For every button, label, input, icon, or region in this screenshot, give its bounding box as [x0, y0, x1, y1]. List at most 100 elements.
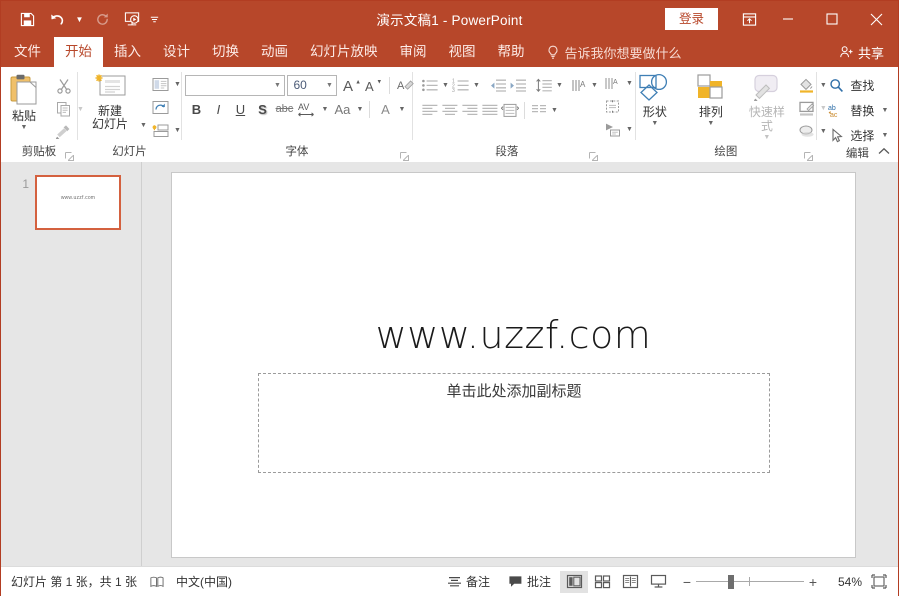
font-color-button[interactable]: A — [374, 98, 396, 120]
zoom-in-button[interactable]: + — [804, 575, 822, 589]
collapse-ribbon-button[interactable] — [876, 143, 892, 159]
change-case-button[interactable]: Aa — [330, 98, 354, 120]
tab-slideshow[interactable]: 幻灯片放映 — [299, 37, 389, 67]
shape-outline-button[interactable] — [795, 97, 818, 119]
tab-design[interactable]: 设计 — [152, 37, 201, 67]
columns-dropdown-icon[interactable]: ▼ — [549, 99, 560, 121]
new-slide-dropdown-icon[interactable]: ▼ — [138, 71, 149, 139]
slide-sorter-view-button[interactable] — [588, 571, 616, 593]
align-right-button[interactable] — [460, 100, 480, 121]
shape-fill-button[interactable] — [795, 74, 818, 96]
numbering-dropdown-icon[interactable]: ▼ — [471, 74, 482, 96]
language-text[interactable]: 中文(中国) — [176, 573, 232, 590]
customize-quick-access-toolbar-icon[interactable] — [148, 5, 161, 33]
slide-subtitle-placeholder-box[interactable]: 单击此处添加副标题 — [258, 373, 770, 473]
replace-button[interactable]: ab ac 替换 ▼ — [828, 99, 890, 122]
slide-title-text[interactable]: www.uzzf.com — [232, 313, 795, 357]
slide-editing-surface[interactable]: www.uzzf.com 单击此处添加副标题 — [171, 172, 856, 558]
convert-to-smartart-button[interactable] — [601, 118, 624, 140]
columns-button[interactable] — [529, 100, 549, 121]
character-spacing-dropdown-icon[interactable]: ▼ — [319, 98, 330, 120]
decrease-indent-button[interactable] — [488, 75, 508, 96]
shapes-button[interactable]: 形状 ▼ — [627, 71, 683, 127]
zoom-percent-label[interactable]: 54% — [822, 575, 868, 589]
comments-button[interactable]: 批注 — [499, 571, 560, 593]
zoom-slider-handle[interactable] — [728, 574, 734, 589]
numbering-button[interactable]: 123 — [451, 75, 471, 96]
text-shadow-button[interactable]: S — [251, 98, 273, 120]
line-spacing-button[interactable] — [534, 75, 554, 96]
layout-button[interactable] — [149, 73, 172, 95]
reading-view-button[interactable] — [616, 571, 644, 593]
font-size-input[interactable]: 60 ▼ — [287, 74, 338, 96]
replace-dropdown-icon[interactable]: ▼ — [879, 100, 890, 122]
notes-button[interactable]: 备注 — [438, 571, 499, 593]
cut-button[interactable] — [52, 75, 75, 97]
underline-button[interactable]: U — [229, 98, 251, 120]
italic-button[interactable]: I — [207, 98, 229, 120]
section-button[interactable] — [149, 119, 172, 141]
align-left-button[interactable] — [420, 100, 440, 121]
tab-file[interactable]: 文件 — [1, 37, 54, 67]
font-color-dropdown-icon[interactable]: ▼ — [396, 98, 407, 120]
accessibility-icon[interactable] — [149, 575, 164, 589]
minimize-button[interactable] — [766, 1, 810, 37]
justify-button[interactable] — [480, 100, 500, 121]
drawing-dialog-launcher-icon[interactable] — [803, 152, 813, 161]
undo-dropdown-icon[interactable]: ▼ — [73, 5, 86, 33]
undo-icon[interactable] — [43, 5, 71, 33]
copy-button[interactable] — [52, 98, 75, 120]
distributed-button[interactable] — [500, 100, 520, 121]
font-dialog-launcher-icon[interactable] — [399, 152, 409, 161]
bold-button[interactable]: B — [185, 98, 207, 120]
clipboard-dialog-launcher-icon[interactable] — [65, 152, 74, 161]
fit-slide-to-window-button[interactable] — [868, 572, 890, 592]
grow-font-button[interactable]: A — [341, 74, 363, 96]
new-slide-button[interactable]: 新建 幻灯片 — [82, 71, 138, 131]
paste-button[interactable]: 粘贴 ▼ — [0, 71, 52, 131]
text-box-options-button[interactable] — [601, 95, 624, 117]
arrange-button[interactable]: 排列 ▼ — [683, 71, 739, 127]
line-spacing-dropdown-icon[interactable]: ▼ — [554, 74, 565, 96]
tab-home[interactable]: 开始 — [54, 37, 103, 67]
start-slideshow-icon[interactable] — [118, 5, 146, 33]
reset-button[interactable] — [149, 96, 172, 118]
tab-transitions[interactable]: 切换 — [201, 37, 250, 67]
font-name-input[interactable]: ▼ — [185, 74, 286, 96]
shrink-font-button[interactable]: A — [363, 74, 385, 96]
text-direction-button[interactable]: A — [569, 75, 589, 96]
tab-view[interactable]: 视图 — [438, 37, 487, 67]
bullets-dropdown-icon[interactable]: ▼ — [440, 74, 451, 96]
tab-insert[interactable]: 插入 — [103, 37, 152, 67]
strikethrough-button[interactable]: abc — [273, 98, 295, 120]
find-button[interactable]: 查找 — [828, 74, 890, 97]
shapes-dropdown-icon[interactable]: ▼ — [651, 120, 658, 127]
increase-indent-button[interactable] — [508, 75, 528, 96]
maximize-button[interactable] — [810, 1, 854, 37]
ribbon-display-options-icon[interactable] — [732, 1, 766, 37]
tab-help[interactable]: 帮助 — [487, 37, 536, 67]
paragraph-dialog-launcher-icon[interactable] — [588, 152, 598, 161]
close-button[interactable] — [854, 1, 898, 37]
shape-effects-button[interactable] — [795, 120, 818, 142]
zoom-out-button[interactable]: − — [678, 575, 696, 589]
paste-dropdown-icon[interactable]: ▼ — [21, 124, 28, 131]
sign-in-button[interactable]: 登录 — [664, 8, 718, 30]
share-button[interactable]: 共享 — [831, 37, 898, 67]
arrange-dropdown-icon[interactable]: ▼ — [707, 120, 714, 127]
tab-animations[interactable]: 动画 — [250, 37, 299, 67]
character-spacing-button[interactable]: AV — [295, 98, 319, 120]
save-icon[interactable] — [13, 5, 41, 33]
change-case-dropdown-icon[interactable]: ▼ — [354, 98, 365, 120]
tell-me-search[interactable]: 告诉我你想要做什么 — [536, 37, 690, 67]
text-direction-dropdown-icon[interactable]: ▼ — [589, 74, 600, 96]
list-item[interactable]: 1 www.uzzf.com — [1, 175, 141, 230]
font-size-dropdown-icon[interactable]: ▼ — [322, 76, 336, 95]
slide-thumbnail-panel[interactable]: 1 www.uzzf.com — [1, 162, 142, 566]
thumbnail-slide-1[interactable]: www.uzzf.com — [35, 175, 121, 230]
normal-view-button[interactable] — [560, 570, 588, 593]
align-text-button[interactable]: A — [601, 72, 624, 94]
format-painter-button[interactable] — [52, 121, 75, 143]
zoom-slider[interactable] — [696, 574, 804, 589]
bullets-button[interactable] — [420, 75, 440, 96]
